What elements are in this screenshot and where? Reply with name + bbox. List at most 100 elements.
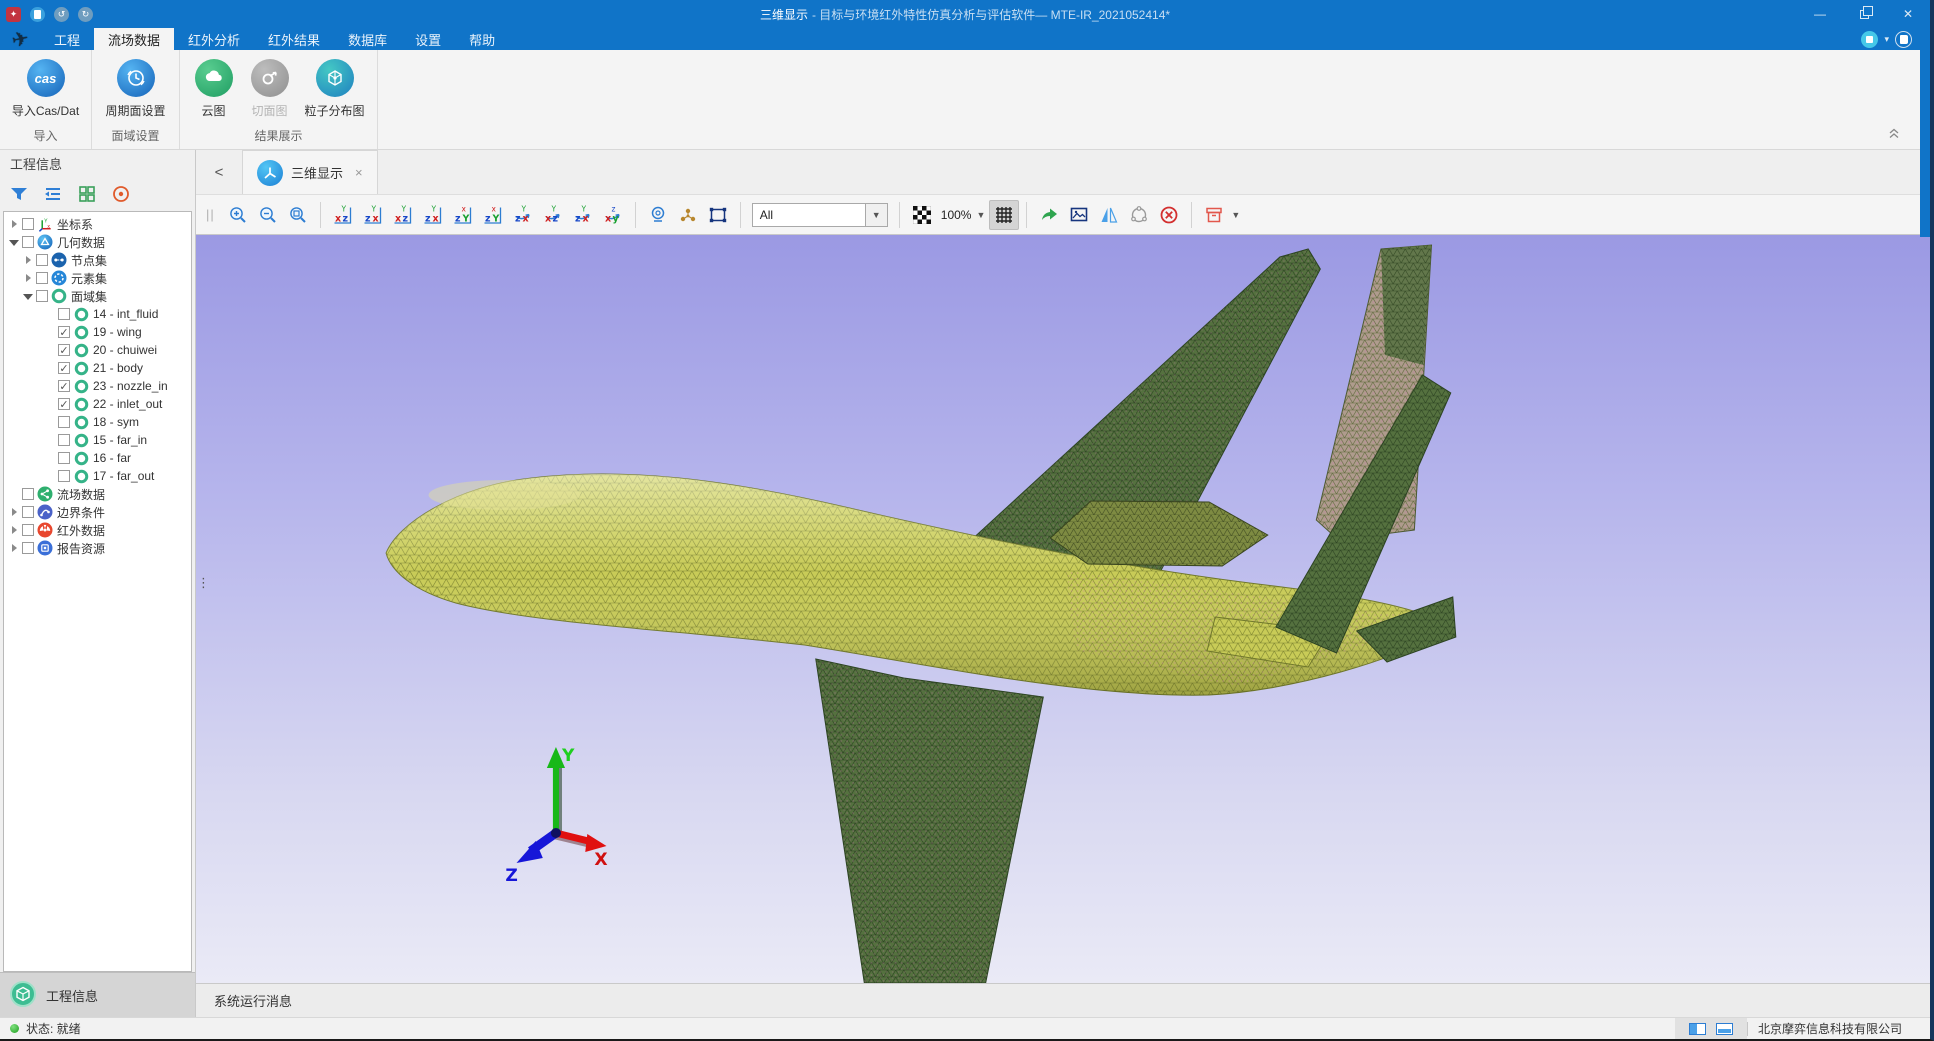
tree-expander-icon[interactable] (22, 256, 34, 264)
view-iso-3-icon[interactable]: zxY (568, 200, 598, 230)
target-icon[interactable] (110, 183, 132, 205)
opacity-level-control[interactable]: 100% ▼ (941, 208, 986, 222)
tree-item-22-inlet-out[interactable]: 22 - inlet_out (4, 395, 191, 413)
zoom-in-icon[interactable] (223, 200, 253, 230)
tree-item-面域集[interactable]: 面域集 (4, 287, 191, 305)
tree-checkbox[interactable] (58, 344, 70, 356)
mirror-icon[interactable] (1094, 200, 1124, 230)
tree-checkbox[interactable] (58, 326, 70, 338)
view-right-icon[interactable]: zxY (418, 200, 448, 230)
snapshot-icon[interactable] (1064, 200, 1094, 230)
periodic-face-button[interactable]: 周期面设置 (98, 56, 174, 119)
tree-item-18-sym[interactable]: 18 - sym (4, 413, 191, 431)
grid-toggle-icon[interactable] (989, 200, 1019, 230)
tab-close-icon[interactable]: × (355, 165, 363, 180)
tree-item-20-chuiwei[interactable]: 20 - chuiwei (4, 341, 191, 359)
view-back-icon[interactable]: zxY (358, 200, 388, 230)
tree-expander-icon[interactable] (22, 292, 34, 300)
indent-list-icon[interactable] (42, 183, 64, 205)
tree-checkbox[interactable] (36, 290, 48, 302)
tree-item-几何数据[interactable]: 几何数据 (4, 233, 191, 251)
archive-caret-icon[interactable]: ▼ (1231, 210, 1240, 220)
new-file-icon[interactable] (30, 7, 45, 22)
view-iso-1-icon[interactable]: zxY (508, 200, 538, 230)
menu-item-2[interactable]: 红外分析 (174, 28, 254, 50)
view-iso-2-icon[interactable]: xzY (538, 200, 568, 230)
tree-expander-icon[interactable] (8, 238, 20, 246)
tree-checkbox[interactable] (22, 524, 34, 536)
panel-splitter-handle[interactable]: ⋮ (197, 580, 210, 585)
collapse-ribbon-icon[interactable] (1886, 127, 1902, 143)
grid-view-icon[interactable] (76, 183, 98, 205)
tree-expander-icon[interactable] (22, 274, 34, 282)
remove-icon[interactable] (1154, 200, 1184, 230)
tree-item-17-far-out[interactable]: 17 - far_out (4, 467, 191, 485)
tree-item-元素集[interactable]: 元素集 (4, 269, 191, 287)
view-bottom-icon[interactable]: zYx (478, 200, 508, 230)
tree-checkbox[interactable] (36, 272, 48, 284)
tree-item-坐标系[interactable]: Yx坐标系 (4, 215, 191, 233)
particle-distribution-button[interactable]: 粒子分布图 (300, 56, 370, 119)
help-book-icon[interactable] (1895, 31, 1912, 48)
tree-checkbox[interactable] (58, 434, 70, 446)
archive-box-icon[interactable] (1199, 200, 1229, 230)
contour-cloud-button[interactable]: 云图 (188, 56, 240, 119)
menu-item-5[interactable]: 设置 (401, 28, 455, 50)
tree-item-19-wing[interactable]: 19 - wing (4, 323, 191, 341)
tree-checkbox[interactable] (36, 254, 48, 266)
import-cas-dat-button[interactable]: cas 导入Cas/Dat (8, 56, 84, 119)
display-filter-select[interactable]: All ▼ (752, 203, 888, 227)
tree-checkbox[interactable] (22, 506, 34, 518)
molecule-icon[interactable] (673, 200, 703, 230)
undo-icon[interactable]: ↺ (54, 7, 69, 22)
select-box-icon[interactable] (703, 200, 733, 230)
tree-checkbox[interactable] (22, 542, 34, 554)
tree-checkbox[interactable] (22, 488, 34, 500)
tree-checkbox[interactable] (22, 218, 34, 230)
slice-plane-button[interactable]: 切面图 (244, 56, 296, 119)
skin-icon[interactable] (1861, 31, 1878, 48)
zoom-out-icon[interactable] (253, 200, 283, 230)
view-iso-4-icon[interactable]: xyz (598, 200, 628, 230)
tab-3d-view[interactable]: 三维显示 × (242, 150, 378, 194)
tree-item-14-int-fluid[interactable]: 14 - int_fluid (4, 305, 191, 323)
toggle-bottom-panel-icon[interactable] (1716, 1023, 1733, 1035)
redo-icon[interactable]: ↻ (78, 7, 93, 22)
tree-expander-icon[interactable] (8, 526, 20, 534)
checker-transparency-icon[interactable] (907, 200, 937, 230)
tree-item-21-body[interactable]: 21 - body (4, 359, 191, 377)
menu-item-1[interactable]: 流场数据 (94, 28, 174, 50)
tree-item-15-far-in[interactable]: 15 - far_in (4, 431, 191, 449)
zoom-fit-icon[interactable] (283, 200, 313, 230)
restore-button[interactable] (1842, 0, 1886, 28)
view-left-icon[interactable]: xzY (388, 200, 418, 230)
export-arrow-icon[interactable] (1034, 200, 1064, 230)
tree-checkbox[interactable] (58, 416, 70, 428)
tree-item-节点集[interactable]: 节点集 (4, 251, 191, 269)
menu-item-6[interactable]: 帮助 (455, 28, 509, 50)
tree-expander-icon[interactable] (8, 508, 20, 516)
tree-checkbox[interactable] (58, 362, 70, 374)
panel-footer-tab[interactable]: 工程信息 (0, 972, 195, 1017)
tree-item-报告资源[interactable]: 报告资源 (4, 539, 191, 557)
toggle-left-panel-icon[interactable] (1689, 1023, 1706, 1035)
tree-item-流场数据[interactable]: 流场数据 (4, 485, 191, 503)
viewport-3d[interactable]: Y X Z ⋮ (196, 235, 1930, 983)
filter-icon[interactable] (8, 183, 30, 205)
app-logo-icon[interactable]: ✦ (6, 7, 21, 22)
tree-item-23-nozzle-in[interactable]: 23 - nozzle_in (4, 377, 191, 395)
view-top-icon[interactable]: zYx (448, 200, 478, 230)
tree-item-边界条件[interactable]: 边界条件 (4, 503, 191, 521)
tree-checkbox[interactable] (58, 452, 70, 464)
probe-icon[interactable] (643, 200, 673, 230)
tree-checkbox[interactable] (58, 308, 70, 320)
tree-checkbox[interactable] (22, 236, 34, 248)
menu-item-3[interactable]: 红外结果 (254, 28, 334, 50)
tree-item-红外数据[interactable]: 红外数据 (4, 521, 191, 539)
tree-checkbox[interactable] (58, 380, 70, 392)
toolbar-drag-handle[interactable]: || (206, 207, 215, 222)
menu-item-0[interactable]: 工程 (40, 28, 94, 50)
tree-expander-icon[interactable] (8, 220, 20, 228)
tab-scroll-left-button[interactable]: < (196, 150, 242, 194)
minimize-button[interactable]: — (1798, 0, 1842, 28)
